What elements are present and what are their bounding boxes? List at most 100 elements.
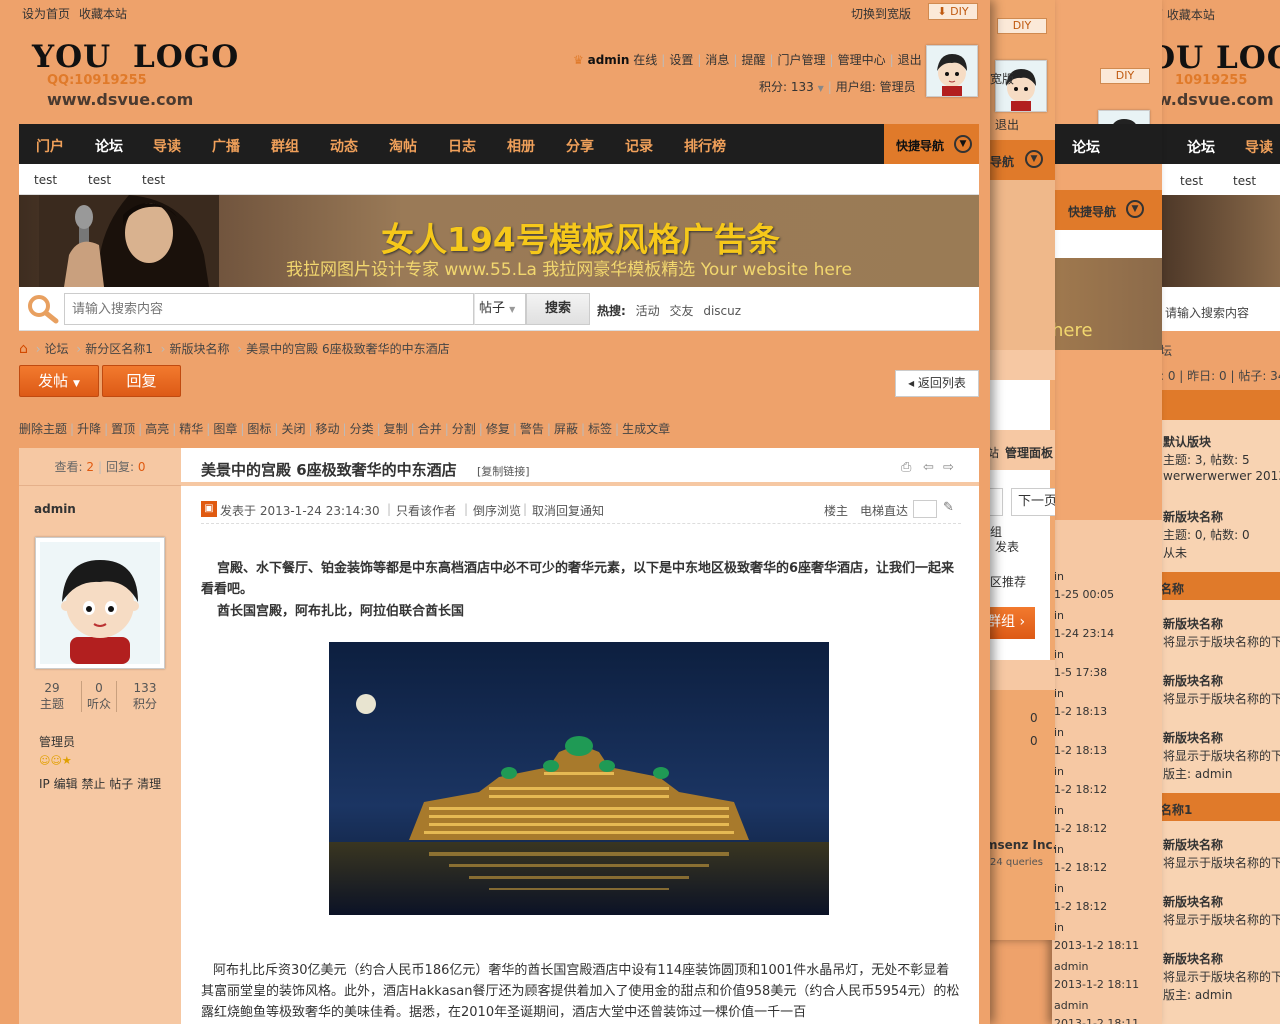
portal-manage-link[interactable]: 门户管理	[778, 53, 826, 67]
nav-guide[interactable]: 导读	[153, 136, 181, 156]
mod-action-link[interactable]: 图章	[213, 422, 237, 436]
copy-link[interactable]: [复制链接]	[477, 463, 530, 479]
posts-link[interactable]: 帖子	[109, 777, 133, 791]
hot-search-item[interactable]: 活动	[636, 304, 660, 318]
breadcrumb-item[interactable]: 新分区名称1	[85, 342, 153, 356]
ip-link[interactable]: IP	[39, 777, 50, 791]
layer1-diy-button: DIY	[997, 18, 1047, 34]
nav-portal[interactable]: 门户	[36, 136, 64, 156]
layer3-forum-5: 新版块名称	[1163, 731, 1224, 745]
search-button[interactable]: 搜索	[526, 293, 590, 325]
admin-center-link[interactable]: 管理中心	[838, 53, 886, 67]
mod-action-link[interactable]: 生成文章	[622, 422, 670, 436]
clean-link[interactable]: 清理	[137, 777, 161, 791]
nav-forum[interactable]: 论坛	[95, 136, 123, 156]
set-homepage-link[interactable]: 设为首页	[22, 5, 70, 22]
cancel-notify-link[interactable]: 取消回复通知	[532, 502, 604, 519]
nav-ranking[interactable]: 排行榜	[684, 136, 726, 156]
nav-broadcast[interactable]: 广播	[212, 136, 240, 156]
quick-nav-button[interactable]: 快捷导航 ▼	[884, 124, 979, 164]
mod-action-link[interactable]: 删除主题	[19, 422, 67, 436]
new-post-button[interactable]: 发帖 ▼	[19, 365, 99, 397]
prev-thread-icon[interactable]: ⇦	[923, 460, 934, 475]
chevron-down-icon: ▼	[509, 305, 516, 314]
logout-link[interactable]: 退出	[898, 53, 922, 67]
mod-action-link[interactable]: 高亮	[145, 422, 169, 436]
switch-wide-link[interactable]: 切换到宽版	[851, 5, 911, 22]
layer3-sub-1: test	[1180, 174, 1204, 188]
layer2-quick-nav: 快捷导航	[1068, 205, 1117, 219]
layer3-qq: 10919255	[1175, 73, 1248, 88]
back-to-list-button[interactable]: ◂ 返回列表	[895, 370, 979, 397]
author-group[interactable]: 管理员	[39, 733, 75, 750]
nav-share[interactable]: 分享	[566, 136, 594, 156]
messages-link[interactable]: 消息	[705, 53, 729, 67]
mod-action-link[interactable]: 复制	[384, 422, 408, 436]
subnav-item[interactable]: test	[88, 173, 111, 187]
breadcrumb-item[interactable]: 美景中的宫殿 6座极致奢华的中东酒店	[246, 342, 449, 356]
next-thread-icon[interactable]: ⇨	[943, 460, 954, 475]
main-window: 设为首页 收藏本站 切换到宽版 ⬇ DIY YOU LOGO QQ:109192…	[0, 0, 990, 1024]
points-link[interactable]: 积分: 133	[759, 80, 814, 94]
home-icon[interactable]: ⌂	[19, 341, 28, 357]
mod-action-link[interactable]: 屏蔽	[554, 422, 578, 436]
mod-action-link[interactable]: 合并	[418, 422, 442, 436]
author-column: 查看: 2 | 回复: 0 admin 29 主题 0 听众 133 积分 管理员 ☺☺★…	[19, 448, 181, 1024]
mod-action-link[interactable]: 图标	[247, 422, 271, 436]
username-link[interactable]: admin	[588, 53, 630, 67]
nav-groups[interactable]: 群组	[271, 136, 299, 156]
mod-action-link[interactable]: 移动	[316, 422, 340, 436]
mod-action-link[interactable]: 关闭	[281, 422, 305, 436]
wrench-icon[interactable]: ✎	[943, 500, 954, 515]
mod-action-link[interactable]: 精华	[179, 422, 203, 436]
layer2-list-text: 1-2 18:12	[1054, 822, 1108, 835]
layer2-list-text: in	[1054, 843, 1065, 856]
reverse-order-link[interactable]: 倒序浏览	[473, 502, 521, 519]
layer2-list-text: 1-24 23:14	[1054, 627, 1115, 640]
edit-link[interactable]: 编辑	[54, 777, 78, 791]
search-type-select[interactable]: 帖子 ▼	[474, 293, 526, 325]
mod-action-link[interactable]: 置顶	[111, 422, 135, 436]
mod-action-link[interactable]: 分类	[350, 422, 374, 436]
logo-qq: QQ:10919255	[47, 73, 147, 88]
mod-action-link[interactable]: 修复	[486, 422, 510, 436]
mod-action-link[interactable]: 升降	[77, 422, 101, 436]
author-name[interactable]: admin	[34, 502, 76, 516]
layer3-stats: : 0 | 昨日: 0 | 帖子: 34	[1160, 369, 1280, 383]
elevator-input[interactable]	[913, 500, 937, 518]
mod-action-link[interactable]: 分割	[452, 422, 476, 436]
layer2-list-text: in	[1054, 765, 1065, 778]
reply-button[interactable]: 回复	[102, 365, 181, 397]
nav-album[interactable]: 相册	[507, 136, 535, 156]
nav-blog[interactable]: 日志	[448, 136, 476, 156]
print-icon[interactable]: ⎙	[901, 460, 911, 475]
nav-feed[interactable]: 动态	[330, 136, 358, 156]
only-author-link[interactable]: 只看该作者	[396, 502, 456, 519]
layer2-list-text: in	[1054, 804, 1065, 817]
layer1-chevron-icon: ▼	[1025, 150, 1043, 168]
subnav-item[interactable]: test	[142, 173, 165, 187]
hot-search-item[interactable]: 交友	[669, 304, 693, 318]
layer3-logo: YOU LOC	[1155, 40, 1280, 76]
search-input[interactable]	[64, 293, 474, 325]
breadcrumb-item[interactable]: 新版块名称	[169, 342, 229, 356]
subnav-item[interactable]: test	[34, 173, 57, 187]
author-avatar[interactable]	[35, 537, 165, 669]
ad-banner[interactable]: 女人194号模板风格广告条 我拉网图片设计专家 www.55.La 我拉网豪华模…	[19, 195, 979, 287]
hotel-photo[interactable]	[329, 642, 829, 915]
user-avatar[interactable]	[926, 45, 978, 97]
caret-left-icon: ◂	[908, 376, 915, 390]
layer2-chevron-icon: ▼	[1126, 200, 1144, 218]
mod-action-link[interactable]: 标签	[588, 422, 612, 436]
mod-action-link[interactable]: 警告	[520, 422, 544, 436]
nav-collection[interactable]: 淘帖	[389, 136, 417, 156]
hot-search-item[interactable]: discuz	[703, 304, 741, 318]
ban-link[interactable]: 禁止	[81, 777, 105, 791]
diy-button[interactable]: ⬇ DIY	[928, 3, 978, 20]
user-group: 用户组: 管理员	[835, 80, 916, 94]
notify-link[interactable]: 提醒	[741, 53, 765, 67]
settings-link[interactable]: 设置	[669, 53, 693, 67]
nav-record[interactable]: 记录	[625, 136, 653, 156]
bookmark-link[interactable]: 收藏本站	[79, 5, 127, 22]
breadcrumb-item[interactable]: 论坛	[45, 342, 69, 356]
